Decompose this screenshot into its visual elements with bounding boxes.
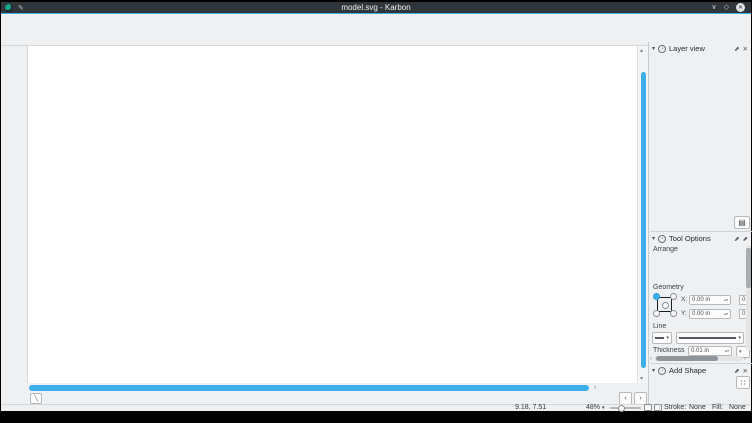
chevron-down-icon: ▾ <box>738 335 741 341</box>
fit-page-button[interactable] <box>644 404 652 411</box>
anchor-bottomright[interactable] <box>670 310 677 317</box>
canvas-hscrollbar[interactable]: › <box>29 385 605 391</box>
anchor-topleft[interactable] <box>653 293 660 300</box>
maximize-button[interactable]: ◇ <box>724 4 729 12</box>
line-style-combo[interactable]: ▾ <box>676 332 744 344</box>
vscroll-thumb[interactable] <box>641 72 646 368</box>
layer-docker-title: Layer view <box>669 44 705 53</box>
menubar <box>1 15 751 29</box>
chevron-down-icon: ▾ <box>666 335 669 341</box>
hscroll-thumb[interactable] <box>29 385 589 391</box>
fit-selection-button[interactable] <box>654 404 662 411</box>
toolbox <box>1 46 28 383</box>
stroke-label: Stroke: <box>664 404 686 411</box>
spinner-arrows-icon[interactable]: ▴▾ <box>724 312 728 316</box>
close-button[interactable]: ✕ <box>736 3 745 12</box>
lowpoly-artwork <box>28 46 637 383</box>
float-docker-icon[interactable]: ⬈ <box>734 45 739 53</box>
minimize-button[interactable]: ∨ <box>711 4 716 12</box>
float-docker-icon[interactable]: ⬈ <box>734 235 739 243</box>
main-toolbar <box>1 29 751 46</box>
close-docker-icon[interactable]: ✕ <box>743 45 748 53</box>
docker-icon: ◔ <box>658 367 666 375</box>
line-start-combo[interactable]: ▾ <box>652 332 672 344</box>
color-palette <box>44 393 616 404</box>
layer-viewmode-button[interactable]: ▤ <box>734 216 750 229</box>
collapse-icon[interactable]: ▾ <box>652 367 655 374</box>
layer-docker-header: ▾ ◔ Layer view ⬈ ✕ <box>649 42 751 55</box>
line-label: Line <box>649 323 670 330</box>
canvas-vscrollbar[interactable]: ▴ ▾ <box>637 46 648 383</box>
docker-icon: ◔ <box>658 235 666 243</box>
anchor-bottomleft[interactable] <box>653 310 660 317</box>
anchor-topright[interactable] <box>670 293 677 300</box>
tool-options-title: Tool Options <box>669 234 711 243</box>
collapse-icon[interactable]: ▾ <box>652 45 655 52</box>
chevron-down-icon: ▾ <box>602 405 605 411</box>
scroll-up-icon[interactable]: ▴ <box>640 47 643 54</box>
collapse-icon[interactable]: ▾ <box>652 235 655 242</box>
hscroll-thumb[interactable] <box>656 356 718 361</box>
titlebar: ✎ model.svg - Karbon ∨ ◇ ✕ <box>1 2 751 14</box>
fill-label: Fill: <box>712 404 723 411</box>
dock-docker-icon[interactable]: ⬈ <box>743 235 748 243</box>
docker-icon: ◔ <box>658 45 666 53</box>
no-color-button[interactable]: ╲ <box>30 393 42 404</box>
cursor-coordinates: 9.18, 7.51 <box>515 404 546 411</box>
zoom-slider-handle[interactable] <box>618 405 625 412</box>
thickness-label: Thickness: <box>649 347 685 354</box>
x-label: X: <box>681 296 689 303</box>
add-shape-header: ▾ ◔ Add Shape ⬈ ✕ <box>649 364 751 377</box>
window-title: model.svg - Karbon <box>1 3 751 12</box>
zoom-combo[interactable]: 48% ▾ <box>586 404 605 411</box>
anchor-position-widget[interactable] <box>653 293 677 317</box>
fill-value[interactable]: None <box>729 404 746 411</box>
scroll-down-icon[interactable]: ▾ <box>640 375 643 382</box>
canvas[interactable] <box>28 46 637 383</box>
add-shape-title: Add Shape <box>669 366 706 375</box>
scroll-right-icon[interactable]: › <box>594 384 596 391</box>
y-label: Y: <box>681 310 689 317</box>
close-docker-icon[interactable]: ✕ <box>743 367 748 375</box>
geometry-label: Geometry <box>649 284 688 291</box>
x-position-input[interactable]: 0.00 in ▴▾ <box>689 295 731 305</box>
spinner-arrows-icon[interactable]: ▴▾ <box>724 298 728 302</box>
layer-tree <box>649 55 751 56</box>
spinner-arrows-icon[interactable]: ▴▾ <box>725 349 729 353</box>
tool-options-vscrollbar[interactable] <box>746 246 751 350</box>
arrange-label: Arrange <box>649 246 682 253</box>
float-docker-icon[interactable]: ⬈ <box>734 367 739 375</box>
tool-options-header: ▾ ◔ Tool Options ⬈ ⬈ <box>649 232 751 245</box>
tool-options-hscrollbar[interactable]: ‹ › <box>650 355 746 362</box>
zoom-value: 48% <box>586 404 600 411</box>
stroke-value[interactable]: None <box>689 404 706 411</box>
y-position-input[interactable]: 0.00 in ▴▾ <box>689 309 731 319</box>
scroll-left-icon[interactable]: ‹ <box>650 356 652 362</box>
anchor-center[interactable] <box>662 302 669 309</box>
zoom-slider[interactable] <box>610 407 641 409</box>
scroll-right-icon[interactable]: › <box>744 356 746 362</box>
screen: ✎ model.svg - Karbon ∨ ◇ ✕ ▴ ▾ ▾ ◔ Layer… <box>0 0 752 423</box>
shape-collection-button[interactable]: ∷ <box>736 376 750 389</box>
